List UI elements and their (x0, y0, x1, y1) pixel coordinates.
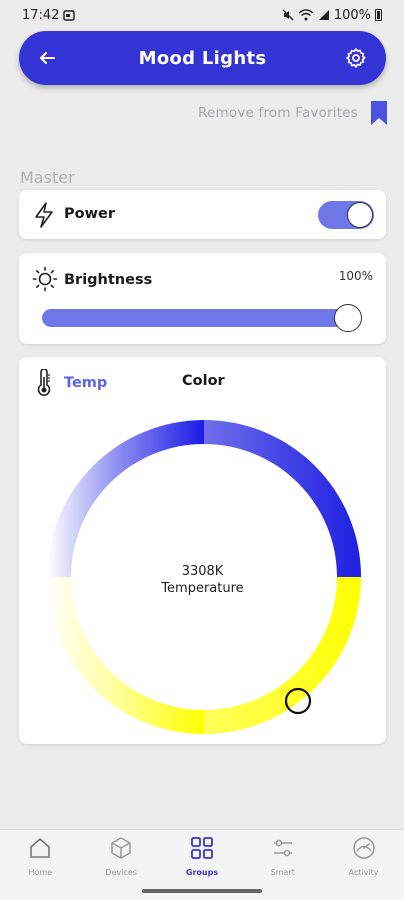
nav-home[interactable]: Home (0, 830, 81, 900)
gear-icon[interactable] (344, 46, 368, 70)
status-bar: 17:42 100% (0, 0, 404, 30)
nav-activity[interactable]: Activity (323, 830, 404, 900)
color-card: Temp Color 3308K Temperature (19, 357, 386, 744)
remove-favorites-button[interactable]: Remove from Favorites (198, 100, 388, 126)
section-label: Master (20, 168, 75, 187)
mute-icon (282, 9, 294, 21)
power-card: Power (19, 190, 386, 239)
nav-devices-label: Devices (105, 868, 137, 877)
temperature-label: Temperature (161, 581, 244, 596)
back-arrow-icon[interactable] (35, 46, 59, 70)
battery-percent: 100% (333, 7, 371, 23)
sliders-icon (273, 839, 292, 857)
brightness-percent: 100% (338, 269, 373, 283)
power-label: Power (64, 206, 115, 222)
brightness-label: Brightness (64, 272, 153, 288)
tab-color[interactable]: Color (182, 373, 225, 389)
toggle-knob (347, 202, 373, 228)
brightness-slider[interactable] (42, 309, 360, 327)
grid-icon (191, 837, 213, 859)
home-icon (30, 838, 51, 858)
nav-activity-label: Activity (348, 868, 379, 877)
sun-icon (32, 266, 58, 292)
home-indicator[interactable] (142, 889, 262, 893)
nav-smart-label: Smart (270, 868, 295, 877)
thermometer-icon (37, 369, 51, 396)
brightness-card: Brightness 100% (19, 253, 386, 344)
status-time: 17:42 (22, 7, 60, 23)
remove-favorites-label: Remove from Favorites (198, 105, 358, 121)
notification-icon (63, 10, 76, 21)
temperature-value: 3308K (181, 564, 224, 579)
nav-groups-label: Groups (185, 868, 219, 877)
bookmark-icon (371, 101, 387, 125)
lightning-icon (35, 202, 53, 228)
cube-icon (111, 837, 131, 859)
page-title: Mood Lights (138, 47, 267, 69)
battery-icon (375, 9, 382, 21)
wifi-icon (298, 9, 314, 21)
power-toggle[interactable] (318, 201, 374, 229)
brightness-slider-knob[interactable] (334, 304, 362, 332)
tab-temp[interactable]: Temp (64, 375, 107, 391)
signal-icon (318, 10, 329, 20)
app-header: Mood Lights (19, 31, 386, 85)
nav-home-label: Home (28, 868, 53, 877)
gauge-icon (352, 837, 375, 859)
